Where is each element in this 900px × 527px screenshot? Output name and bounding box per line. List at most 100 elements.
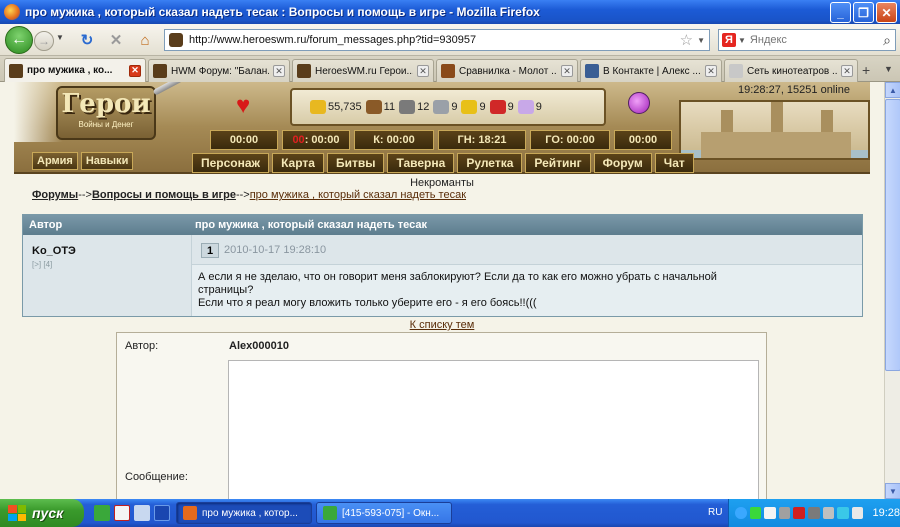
address-url[interactable]: http://www.heroeswm.ru/forum_messages.ph… [189,34,680,46]
search-box[interactable]: Я ▼ ⌕ [718,29,896,51]
maximize-button[interactable]: ❐ [853,2,874,23]
quicklaunch-pdf-icon[interactable] [114,505,130,521]
start-button[interactable]: пуск [0,499,84,527]
navigation-toolbar: ← → ▼ ↻ ✕ ⌂ http://www.heroeswm.ru/forum… [0,24,900,56]
menu-forum[interactable]: Форум [593,153,652,173]
army-button[interactable]: Армия [32,152,78,170]
tab-6[interactable]: Сеть кинотеатров ... ✕ [724,59,858,82]
address-bar[interactable]: http://www.heroeswm.ru/forum_messages.ph… [164,29,710,51]
tray-icq-icon[interactable] [749,507,762,519]
history-dropdown-icon[interactable]: ▼ [56,33,64,42]
quicklaunch-desktop-icon[interactable] [134,505,150,521]
tab-label: В Контакте | Алекс ... [603,65,701,77]
breadcrumb-separator: --> [235,189,250,201]
page-content: Герои Войны и Денег ♥ 55,735 11 12 9 9 9… [0,82,884,499]
tray-arrow-icon[interactable] [735,507,747,519]
tab-3[interactable]: HeroesWM.ru Герои... ✕ [292,59,434,82]
bookmark-star-icon[interactable]: ☆ [680,31,693,49]
tab-close-icon[interactable]: ✕ [705,65,717,77]
forward-button[interactable]: → [34,31,54,51]
quicklaunch-icon[interactable] [94,505,110,521]
skills-button[interactable]: Навыки [80,152,134,170]
tab-close-icon[interactable]: ✕ [417,65,429,77]
game-header: Герои Войны и Денег ♥ 55,735 11 12 9 9 9… [14,82,870,174]
tab-close-icon[interactable]: ✕ [273,65,285,77]
tray-sync-icon[interactable] [837,507,849,519]
tray-network-icon[interactable] [778,507,791,519]
topic-column-header: про мужика , который сказал надеть тесак [195,219,427,231]
scroll-down-icon[interactable]: ▼ [885,483,900,499]
tray-security-icon[interactable] [793,507,806,519]
window-titlebar: про мужика , который сказал надеть тесак… [0,0,900,24]
back-to-topics-link[interactable]: К списку тем [0,319,884,331]
firefox-icon [4,4,20,20]
tab-list-dropdown-icon[interactable]: ▼ [884,64,893,74]
firefox-icon [183,506,197,520]
menu-roulette[interactable]: Рулетка [457,153,523,173]
resource-gem: 9 [517,100,542,114]
resource-mercury: 9 [433,100,457,114]
scroll-up-icon[interactable]: ▲ [885,82,900,98]
tab-close-icon[interactable]: ✕ [129,64,141,77]
back-button[interactable]: ← [5,26,33,54]
breadcrumb-topic-link[interactable]: про мужика , который сказал надеть тесак [250,189,466,201]
menu-chat[interactable]: Чат [654,153,694,173]
minimize-button[interactable]: _ [830,2,851,23]
sulfur-icon [461,100,478,114]
language-indicator[interactable]: RU [708,507,722,518]
url-dropdown-icon[interactable]: ▼ [697,36,705,45]
breadcrumb-forums-link[interactable]: Форумы [32,189,78,201]
tray-app-icon[interactable] [764,507,776,519]
castle-tower [721,110,733,132]
window-controls: _ ❐ ✕ [830,2,897,23]
castle-tower [821,110,833,132]
post-author-meta[interactable]: [>] [4] [32,260,52,269]
search-icon[interactable]: ⌕ [883,32,891,49]
home-icon[interactable]: ⌂ [136,31,154,49]
quicklaunch-more-icon[interactable] [154,505,170,521]
menu-character[interactable]: Персонаж [192,153,270,173]
site-favicon-icon [169,33,183,47]
heart-icon: ♥ [236,92,251,119]
search-engine-dropdown-icon[interactable]: ▼ [738,36,746,45]
potion-icon[interactable] [628,92,650,114]
menu-map[interactable]: Карта [272,153,324,173]
post-number[interactable]: 1 [201,243,219,258]
post-table: Автор про мужика , который сказал надеть… [22,214,863,317]
stop-icon[interactable]: ✕ [107,31,125,49]
post-text-line: Если что я реал могу вложить только убер… [198,297,537,309]
new-tab-icon[interactable]: + [862,62,870,78]
tab-favicon-icon [441,64,455,78]
tab-5[interactable]: В Контакте | Алекс ... ✕ [580,59,722,82]
menu-tavern[interactable]: Таверна [387,153,455,173]
search-input[interactable] [749,34,880,46]
tab-bar: про мужика , ко... ✕ HWM Форум: "Балан..… [0,56,900,82]
resource-ore: 12 [399,100,429,114]
resource-sulfur: 9 [461,100,486,114]
taskbar-clock: 19:28 [872,507,900,519]
menu-rating[interactable]: Рейтинг [525,153,591,173]
yandex-icon[interactable]: Я [722,33,736,47]
tray-misc-icon[interactable] [851,507,864,519]
tab-close-icon[interactable]: ✕ [841,65,853,77]
taskbar-item-chat[interactable]: [415-593-075] - Окн... [316,502,452,524]
reply-message-textarea[interactable] [228,360,759,499]
game-logo[interactable]: Герои Войны и Денег [56,86,156,140]
taskbar-item-firefox[interactable]: про мужика , котор... [176,502,312,524]
tab-4[interactable]: Сравнилка - Молот ... ✕ [436,59,578,82]
scrollbar-thumb[interactable] [885,99,900,371]
menu-battles[interactable]: Битвы [326,153,385,173]
tab-close-icon[interactable]: ✕ [561,65,573,77]
icq-icon [323,506,337,520]
tray-volume-icon[interactable] [822,507,835,519]
post-author-name[interactable]: Ko_OTЭ [32,245,76,257]
tab-1[interactable]: про мужика , ко... ✕ [4,58,146,82]
vertical-scrollbar[interactable]: ▲ ▼ [884,82,900,499]
breadcrumb-section-link[interactable]: Вопросы и помощь в игре [92,189,236,201]
tab-2[interactable]: HWM Форум: "Балан... ✕ [148,59,290,82]
server-time-online: 19:28:27, 15251 online [738,84,850,96]
logo-title: Герои [61,89,151,119]
reload-icon[interactable]: ↻ [78,31,96,49]
close-button[interactable]: ✕ [876,2,897,23]
tray-device-icon[interactable] [808,507,820,519]
